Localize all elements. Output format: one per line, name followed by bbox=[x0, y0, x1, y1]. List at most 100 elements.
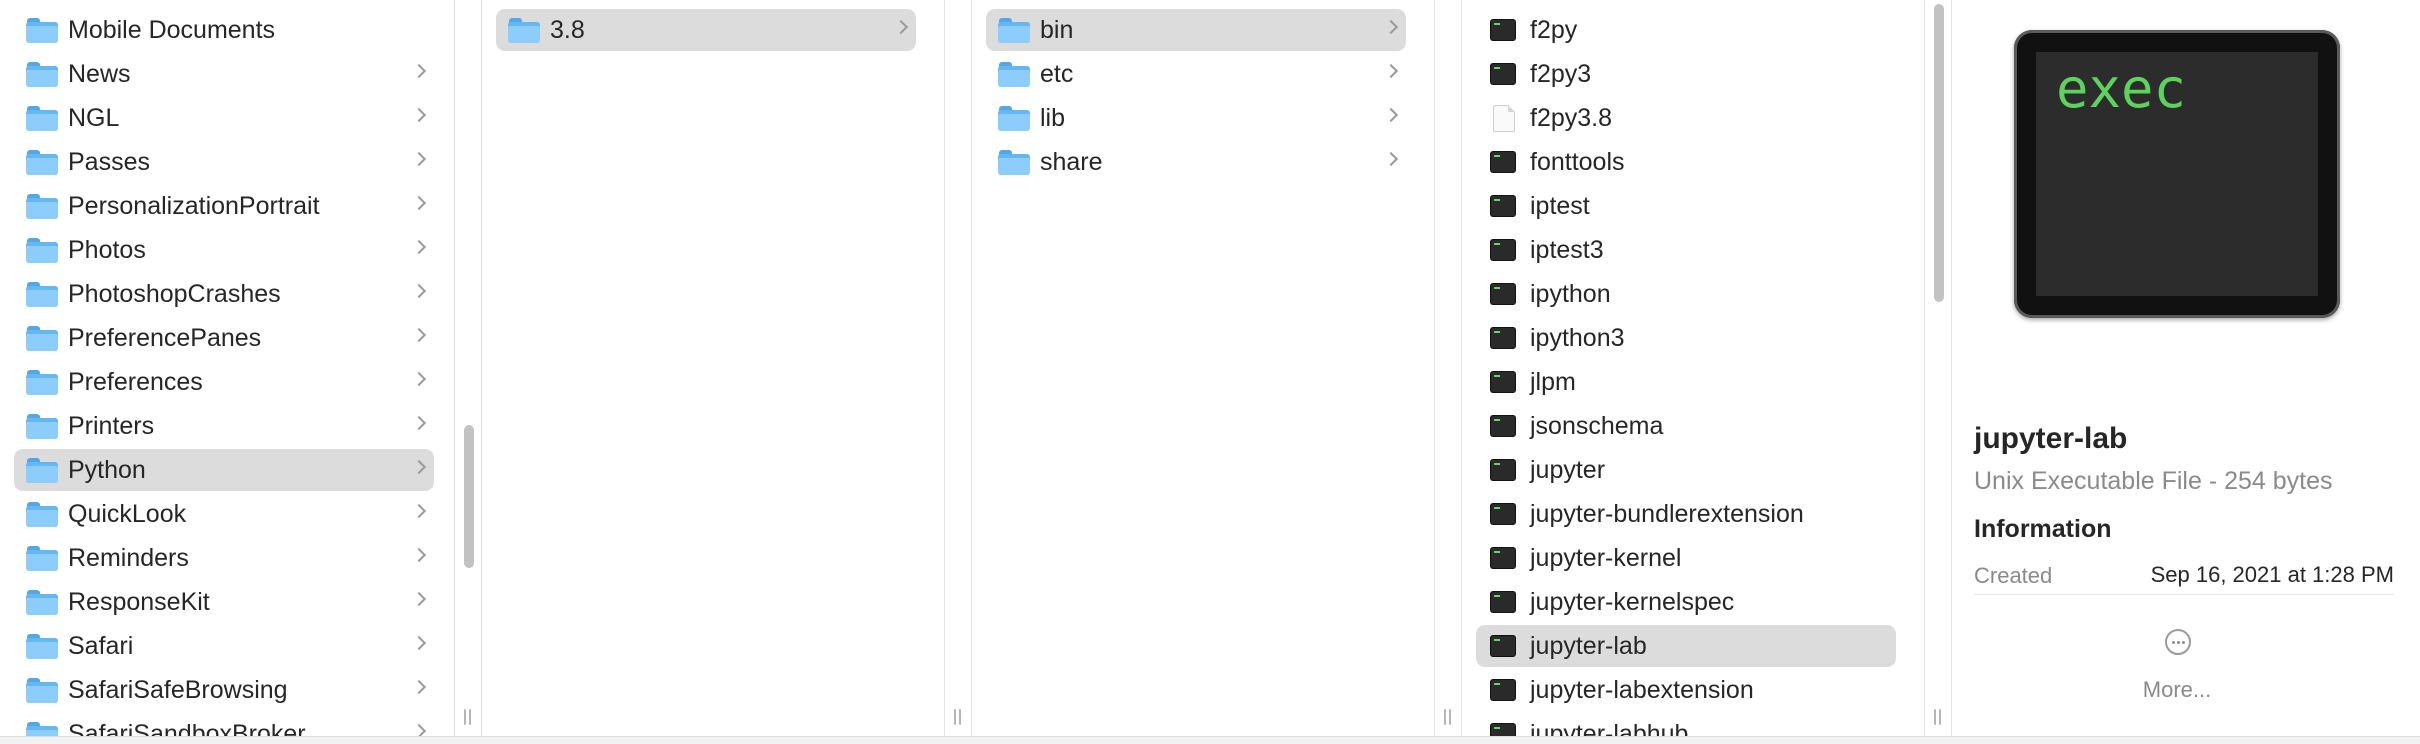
chevron-right-icon bbox=[411, 239, 427, 255]
list-item-photoshopcrashes[interactable]: PhotoshopCrashes bbox=[14, 273, 434, 315]
list-item-f2py3-8[interactable]: f2py3.8 bbox=[1476, 97, 1896, 139]
chevron-right-icon bbox=[1383, 151, 1399, 167]
list-item-iptest[interactable]: iptest bbox=[1476, 185, 1896, 227]
list-item-printers[interactable]: Printers bbox=[14, 405, 434, 447]
list-item-3-8[interactable]: 3.8 bbox=[496, 9, 916, 51]
item-label: iptest3 bbox=[1530, 236, 1604, 264]
exec-icon: exec bbox=[2014, 30, 2340, 318]
exec-icon bbox=[1490, 723, 1516, 736]
column-resize-handle-4[interactable] bbox=[1933, 709, 1943, 725]
list-item-passes[interactable]: Passes bbox=[14, 141, 434, 183]
exec-icon bbox=[1490, 151, 1516, 173]
list-item-mobile-documents[interactable]: Mobile Documents bbox=[14, 9, 434, 51]
column-library[interactable]: Mobile Documents News NGL Passes Personaliza… bbox=[0, 0, 454, 736]
column-divider-2[interactable] bbox=[944, 0, 972, 736]
list-item-jupyter-kernel[interactable]: jupyter-kernel bbox=[1476, 537, 1896, 579]
folder-icon bbox=[26, 678, 58, 703]
list-item-reminders[interactable]: Reminders bbox=[14, 537, 434, 579]
list-item-jlpm[interactable]: jlpm bbox=[1476, 361, 1896, 403]
list-item-photos[interactable]: Photos bbox=[14, 229, 434, 271]
item-label: jupyter-kernelspec bbox=[1530, 588, 1735, 616]
folder-icon bbox=[26, 370, 58, 395]
list-item-jsonschema[interactable]: jsonschema bbox=[1476, 405, 1896, 447]
item-label: ipython3 bbox=[1530, 324, 1625, 352]
chevron-right-icon bbox=[411, 547, 427, 563]
column-resize-handle-1[interactable] bbox=[463, 709, 473, 725]
column-resize-handle-3[interactable] bbox=[1443, 709, 1453, 725]
terminal-screen: exec bbox=[2036, 52, 2318, 296]
column-4-scrollbar[interactable] bbox=[1934, 4, 1944, 302]
item-label: Mobile Documents bbox=[68, 16, 276, 44]
column-divider-3[interactable] bbox=[1434, 0, 1462, 736]
folder-icon bbox=[998, 62, 1030, 87]
list-item-personalizationportrait[interactable]: PersonalizationPortrait bbox=[14, 185, 434, 227]
more-button[interactable]: More... bbox=[2132, 625, 2222, 705]
chevron-right-icon bbox=[893, 19, 909, 35]
list-item-safari[interactable]: Safari bbox=[14, 625, 434, 667]
item-label: Passes bbox=[68, 148, 150, 176]
list-item-jupyter[interactable]: jupyter bbox=[1476, 449, 1896, 491]
list-item-lib[interactable]: lib bbox=[986, 97, 1406, 139]
item-label: ipython bbox=[1530, 280, 1611, 308]
folder-icon bbox=[26, 414, 58, 439]
list-item-preferences[interactable]: Preferences bbox=[14, 361, 434, 403]
item-label: f2py3 bbox=[1530, 60, 1592, 88]
column-resize-handle-2[interactable] bbox=[953, 709, 963, 725]
list-item-fonttools[interactable]: fonttools bbox=[1476, 141, 1896, 183]
item-label: jupyter-labextension bbox=[1530, 676, 1754, 704]
column-divider-1[interactable] bbox=[454, 0, 482, 736]
list-item-ngl[interactable]: NGL bbox=[14, 97, 434, 139]
item-label: Printers bbox=[68, 412, 155, 440]
list-item-quicklook[interactable]: QuickLook bbox=[14, 493, 434, 535]
chevron-right-icon bbox=[411, 283, 427, 299]
list-item-f2py[interactable]: f2py bbox=[1476, 9, 1896, 51]
item-label: lib bbox=[1040, 104, 1066, 132]
list-item-etc[interactable]: etc bbox=[986, 53, 1406, 95]
exec-icon bbox=[1490, 591, 1516, 613]
column-python[interactable]: 3.8 bbox=[482, 0, 944, 736]
list-item-f2py3[interactable]: f2py3 bbox=[1476, 53, 1896, 95]
list-item-safarisandboxbroker[interactable]: SafariSandboxBroker bbox=[14, 713, 434, 736]
column-1-scrollbar[interactable] bbox=[464, 425, 474, 568]
folder-icon bbox=[998, 106, 1030, 131]
column-3-8[interactable]: bin etc lib share bbox=[972, 0, 1434, 736]
list-item-safarisafebrowsing[interactable]: SafariSafeBrowsing bbox=[14, 669, 434, 711]
list-item-ipython3[interactable]: ipython3 bbox=[1476, 317, 1896, 359]
created-value: Sep 16, 2021 at 1:28 PM bbox=[2150, 562, 2394, 587]
folder-icon bbox=[26, 150, 58, 175]
column-bin[interactable]: f2py f2py3 f2py3.8 fonttools iptest iptest3 ip… bbox=[1462, 0, 1924, 736]
chevron-right-icon bbox=[411, 107, 427, 123]
list-item-iptest3[interactable]: iptest3 bbox=[1476, 229, 1896, 271]
list-item-bin[interactable]: bin bbox=[986, 9, 1406, 51]
chevron-right-icon bbox=[1383, 63, 1399, 79]
folder-icon bbox=[26, 502, 58, 527]
list-item-jupyter-labhub[interactable]: jupyter-labhub bbox=[1476, 713, 1896, 736]
list-item-share[interactable]: share bbox=[986, 141, 1406, 183]
list-item-ipython[interactable]: ipython bbox=[1476, 273, 1896, 315]
list-item-preferencepanes[interactable]: PreferencePanes bbox=[14, 317, 434, 359]
item-label: NGL bbox=[68, 104, 120, 132]
item-label: jupyter-kernel bbox=[1530, 544, 1682, 572]
chevron-right-icon bbox=[411, 591, 427, 607]
exec-icon bbox=[1490, 327, 1516, 349]
chevron-right-icon bbox=[411, 679, 427, 695]
item-label: f2py3.8 bbox=[1530, 104, 1613, 132]
preview-pane: exec jupyter-lab Unix Executable File - … bbox=[1952, 0, 2420, 736]
list-item-jupyter-bundlerextension[interactable]: jupyter-bundlerextension bbox=[1476, 493, 1896, 535]
chevron-right-icon bbox=[1383, 19, 1399, 35]
column-divider-4[interactable] bbox=[1924, 0, 1952, 736]
preview-file-kind: Unix Executable File - 254 bytes bbox=[1974, 467, 2333, 495]
information-heading: Information bbox=[1974, 515, 2112, 543]
item-label: Photos bbox=[68, 236, 146, 264]
folder-icon bbox=[26, 62, 58, 87]
list-item-responsekit[interactable]: ResponseKit bbox=[14, 581, 434, 623]
list-item-jupyter-labextension[interactable]: jupyter-labextension bbox=[1476, 669, 1896, 711]
item-label: 3.8 bbox=[550, 16, 585, 44]
folder-icon bbox=[26, 546, 58, 571]
list-item-jupyter-lab[interactable]: jupyter-lab bbox=[1476, 625, 1896, 667]
list-item-python[interactable]: Python bbox=[14, 449, 434, 491]
list-item-jupyter-kernelspec[interactable]: jupyter-kernelspec bbox=[1476, 581, 1896, 623]
list-item-news[interactable]: News bbox=[14, 53, 434, 95]
exec-icon bbox=[1490, 239, 1516, 261]
item-label: PersonalizationPortrait bbox=[68, 192, 320, 220]
